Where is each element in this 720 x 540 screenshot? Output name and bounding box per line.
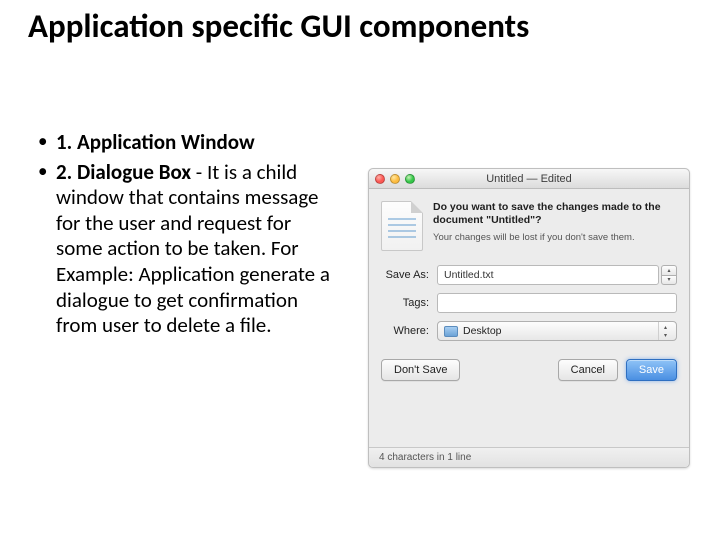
select-arrows-icon: ▴▾ bbox=[658, 322, 672, 340]
dialog-sheet: Do you want to save the changes made to … bbox=[369, 189, 689, 393]
saveas-row: Save As: Untitled.txt ▴ ▾ bbox=[381, 265, 677, 285]
where-select-value: Desktop bbox=[463, 325, 502, 337]
save-button[interactable]: Save bbox=[626, 359, 677, 381]
dont-save-label: Don't Save bbox=[394, 364, 447, 376]
window-title: Untitled — Edited bbox=[369, 173, 689, 185]
status-text: 4 characters in 1 line bbox=[379, 452, 471, 463]
slide: Application specific GUI components 1. A… bbox=[0, 0, 720, 540]
bullet-1-label: 1. Application Window bbox=[56, 129, 255, 155]
saveas-stepper[interactable]: ▴ ▾ bbox=[661, 265, 677, 285]
saveas-label: Save As: bbox=[381, 269, 437, 281]
confirm-heading: Do you want to save the changes made to … bbox=[433, 201, 677, 227]
tags-row: Tags: bbox=[381, 293, 677, 313]
window-traffic-lights bbox=[375, 174, 415, 184]
tags-label: Tags: bbox=[381, 297, 437, 309]
slide-title: Application specific GUI components bbox=[28, 6, 529, 46]
save-form: Save As: Untitled.txt ▴ ▾ Tags: bbox=[381, 265, 677, 341]
bullet-2-body: - It is a child window that contains mes… bbox=[56, 159, 330, 339]
saveas-input[interactable]: Untitled.txt bbox=[437, 265, 659, 285]
dialog-window: Untitled — Edited Do you want to save th… bbox=[368, 168, 690, 468]
folder-icon bbox=[444, 326, 458, 337]
document-icon bbox=[381, 201, 423, 251]
saveas-input-value: Untitled.txt bbox=[444, 269, 494, 281]
confirm-row: Do you want to save the changes made to … bbox=[381, 201, 677, 251]
confirm-text: Do you want to save the changes made to … bbox=[433, 201, 677, 251]
bullet-list: 1. Application Window 2. Dialogue Box - … bbox=[38, 130, 330, 343]
bullet-2-label: 2. Dialogue Box bbox=[56, 159, 191, 185]
close-icon[interactable] bbox=[375, 174, 385, 184]
dont-save-button[interactable]: Don't Save bbox=[381, 359, 460, 381]
where-row: Where: Desktop ▴▾ bbox=[381, 321, 677, 341]
chevron-up-icon[interactable]: ▴ bbox=[661, 265, 677, 275]
where-select[interactable]: Desktop ▴▾ bbox=[437, 321, 677, 341]
cancel-label: Cancel bbox=[571, 364, 605, 376]
bullet-2: 2. Dialogue Box - It is a child window t… bbox=[38, 160, 330, 339]
tags-input[interactable] bbox=[437, 293, 677, 313]
minimize-icon[interactable] bbox=[390, 174, 400, 184]
save-label: Save bbox=[639, 364, 664, 376]
dialog-button-row: Don't Save Cancel Save bbox=[381, 359, 677, 393]
window-titlebar: Untitled — Edited bbox=[369, 169, 689, 189]
bullet-1: 1. Application Window bbox=[38, 130, 330, 156]
confirm-subtext: Your changes will be lost if you don't s… bbox=[433, 232, 677, 243]
zoom-icon[interactable] bbox=[405, 174, 415, 184]
where-label: Where: bbox=[381, 325, 437, 337]
chevron-down-icon[interactable]: ▾ bbox=[661, 275, 677, 286]
cancel-button[interactable]: Cancel bbox=[558, 359, 618, 381]
status-bar: 4 characters in 1 line bbox=[369, 447, 689, 467]
